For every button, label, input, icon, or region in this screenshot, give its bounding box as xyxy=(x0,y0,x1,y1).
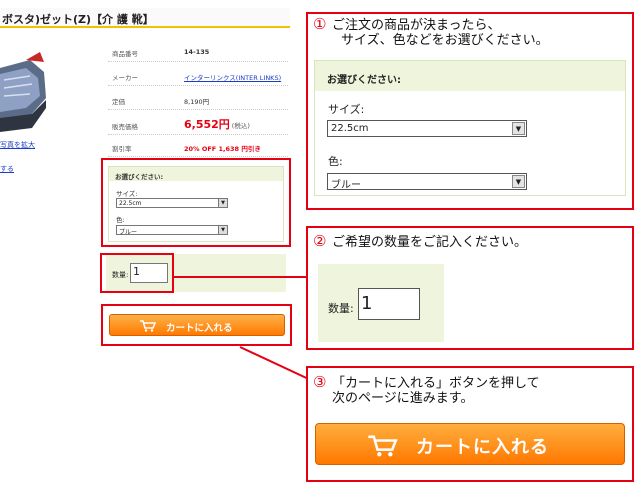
item-number-label: 商品番号 xyxy=(112,50,138,58)
discount-value: 20% OFF 1,638 円引き xyxy=(184,145,261,153)
step3-number: ③ xyxy=(313,373,327,391)
sale-price-value: 6,552円 (税込) xyxy=(184,116,250,132)
quantity-input-large[interactable]: 1 xyxy=(358,288,420,320)
color-select-large[interactable]: ブルー ▼ xyxy=(327,173,527,191)
step1-number: ① xyxy=(313,15,327,33)
sale-price-amount: 6,552円 xyxy=(184,118,230,131)
options-panel-large: お選びください: サイズ: 22.5cm ▼ 色: ブルー ▼ xyxy=(314,60,626,196)
connector-line-quantity xyxy=(174,276,309,278)
maker-label: メーカー xyxy=(112,74,138,82)
chevron-down-icon: ▼ xyxy=(512,175,525,188)
step1-text-line1: ご注文の商品が決まったら、 xyxy=(332,18,501,33)
sale-price-label: 販売価格 xyxy=(112,123,138,131)
color-label-large: 色: xyxy=(328,155,343,168)
zoom-photo-link[interactable]: 写真を拡大 xyxy=(0,140,35,150)
spec-row-sale-price: 販売価格 6,552円 (税込) xyxy=(108,113,288,135)
step1-text-line2: サイズ、色などをお選びください。 xyxy=(341,33,549,48)
shoe-product-image[interactable] xyxy=(0,38,48,136)
favorite-link[interactable]: する xyxy=(0,164,14,174)
step3-text-line2: 次のページに進みます。 xyxy=(332,391,474,406)
size-select-value-large: 22.5cm xyxy=(331,123,369,134)
highlight-options xyxy=(101,158,291,247)
step2-number: ② xyxy=(313,232,327,250)
step2-text: ご希望の数量をご記入ください。 xyxy=(332,235,528,250)
size-select-large[interactable]: 22.5cm ▼ xyxy=(327,120,527,137)
color-select-value-large: ブルー xyxy=(331,180,361,191)
cart-icon xyxy=(368,435,398,457)
spec-row-list-price: 定価 8,190円 xyxy=(108,90,288,110)
list-price-label: 定価 xyxy=(112,98,125,106)
add-to-cart-label-large: カートに入れる xyxy=(416,437,549,458)
product-title: ボスタ)ゼット(Z)【介 護 靴】 xyxy=(0,8,290,28)
quantity-panel-large: 数量: 1 xyxy=(318,264,444,342)
add-to-cart-button-large[interactable]: カートに入れる xyxy=(315,423,625,465)
step3-text-line1: 「カートに入れる」ボタンを押して xyxy=(332,376,540,391)
quantity-label-large: 数量: xyxy=(328,302,354,315)
highlight-quantity xyxy=(100,253,174,293)
spec-row-item-number: 商品番号 14-135 xyxy=(108,42,288,62)
discount-label: 割引率 xyxy=(112,145,132,153)
spec-row-discount: 割引率 20% OFF 1,638 円引き xyxy=(108,137,288,157)
size-label-large: サイズ: xyxy=(328,103,365,116)
connector-line-cart xyxy=(239,346,314,383)
item-number-value: 14-135 xyxy=(184,48,210,56)
chevron-down-icon: ▼ xyxy=(512,122,525,135)
highlight-cart xyxy=(101,304,292,346)
tax-included-note: (税込) xyxy=(231,122,250,130)
spec-row-maker: メーカー インターリンクス(INTER LINKS) xyxy=(108,66,288,86)
options-header-large: お選びください: xyxy=(315,61,625,91)
list-price-value: 8,190円 xyxy=(184,98,210,106)
maker-link[interactable]: インターリンクス(INTER LINKS) xyxy=(184,72,281,82)
